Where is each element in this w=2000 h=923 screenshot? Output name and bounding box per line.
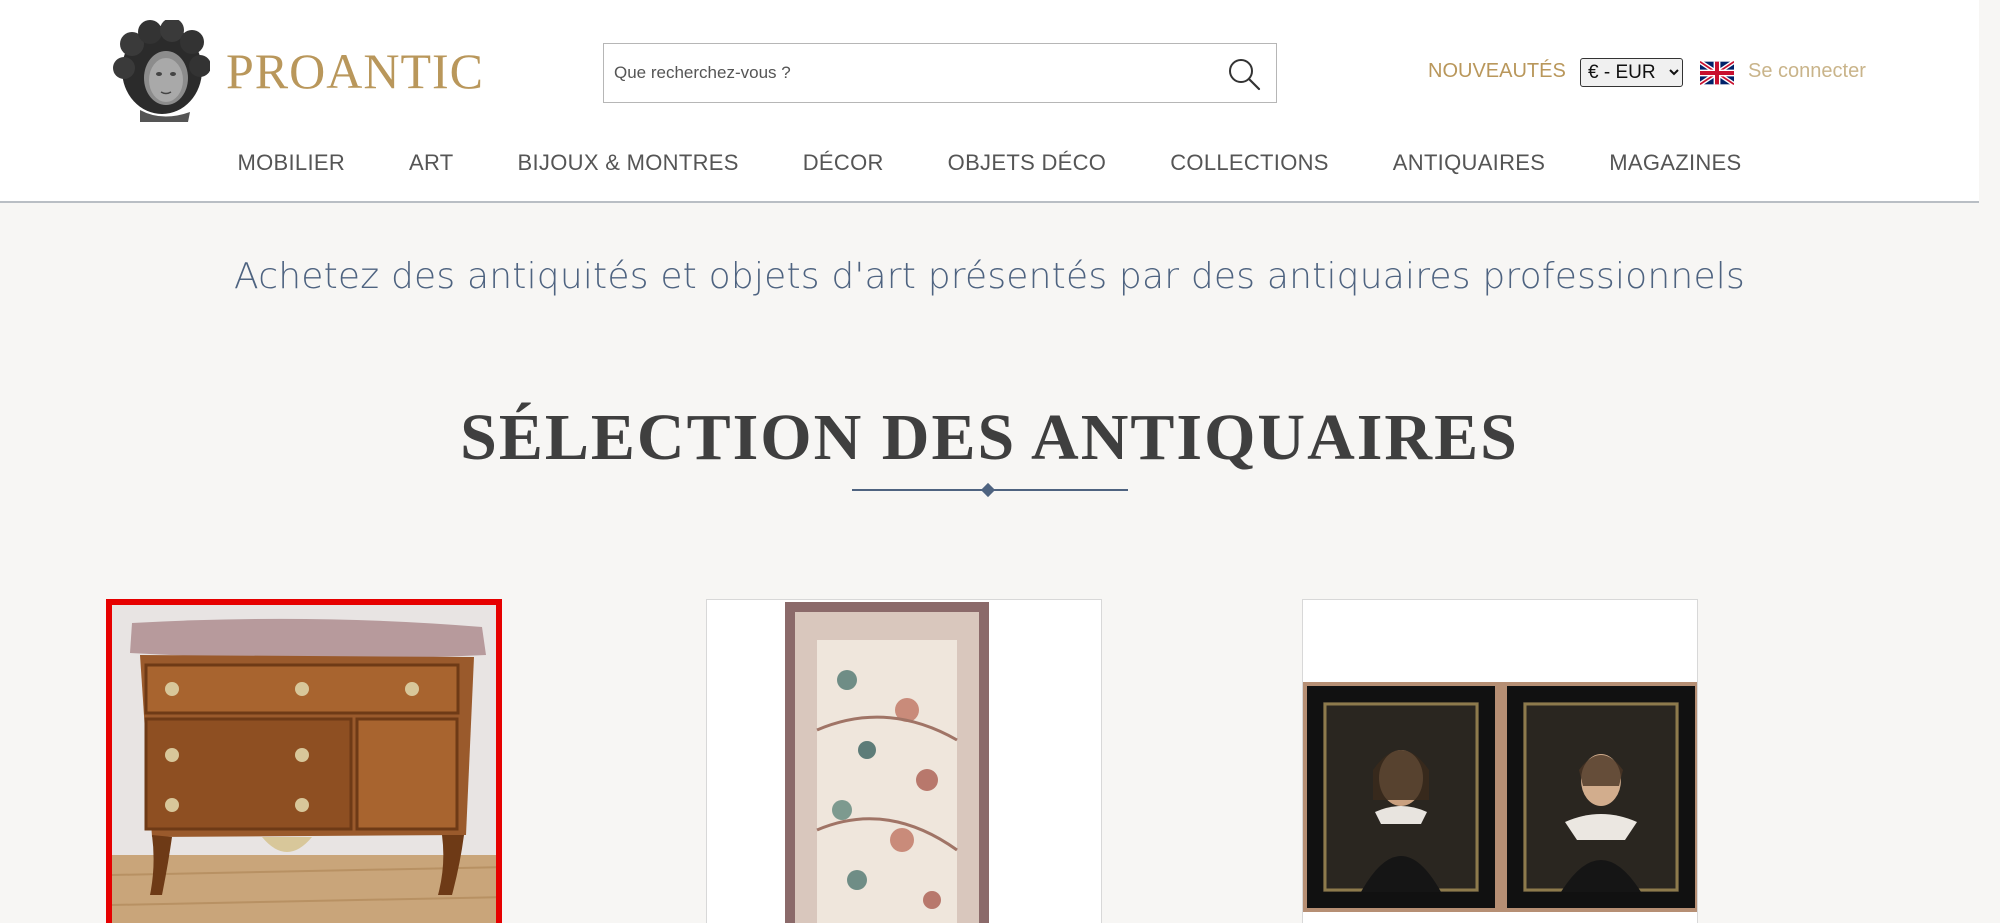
site-logo[interactable]: PROANTIC <box>110 20 484 122</box>
search-input[interactable] <box>614 44 1204 102</box>
diamond-ornament-icon <box>980 482 996 498</box>
commode-image <box>112 605 496 923</box>
uk-flag-icon[interactable] <box>1700 60 1734 86</box>
login-link[interactable]: Se connecter <box>1748 60 1866 83</box>
main-nav: MOBILIER ART BIJOUX & MONTRES DÉCOR OBJE… <box>0 150 1979 176</box>
brand-name: PROANTIC <box>226 43 485 99</box>
bust-logo-icon <box>113 20 210 122</box>
product-card-commode[interactable] <box>106 599 502 923</box>
nav-item-collections[interactable]: COLLECTIONS <box>1170 150 1329 176</box>
section-title: SÉLECTION DES ANTIQUAIRES <box>460 401 1519 474</box>
currency-select[interactable]: € - EUR <box>1580 58 1683 87</box>
search-box <box>603 43 1277 103</box>
nav-item-magazines[interactable]: MAGAZINES <box>1609 150 1741 176</box>
page-tagline: Achetez des antiquités et objets d'art p… <box>234 256 1745 297</box>
search-icon[interactable] <box>1226 56 1262 92</box>
rug-image <box>707 600 1101 923</box>
nouveautes-link[interactable]: NOUVEAUTÉS <box>1428 60 1566 83</box>
nav-item-mobilier[interactable]: MOBILIER <box>237 150 345 176</box>
product-card-portraits[interactable] <box>1302 599 1698 923</box>
nav-item-bijoux-montres[interactable]: BIJOUX & MONTRES <box>518 150 739 176</box>
site-header: PROANTIC NOUVEAUTÉS € - EUR Se connecter… <box>0 0 1979 203</box>
portraits-image <box>1303 600 1697 923</box>
nav-item-art[interactable]: ART <box>409 150 454 176</box>
nav-item-objets-deco[interactable]: OBJETS DÉCO <box>948 150 1107 176</box>
product-card-rug[interactable] <box>706 599 1102 923</box>
nav-item-decor[interactable]: DÉCOR <box>803 150 884 176</box>
nav-item-antiquaires[interactable]: ANTIQUAIRES <box>1393 150 1545 176</box>
